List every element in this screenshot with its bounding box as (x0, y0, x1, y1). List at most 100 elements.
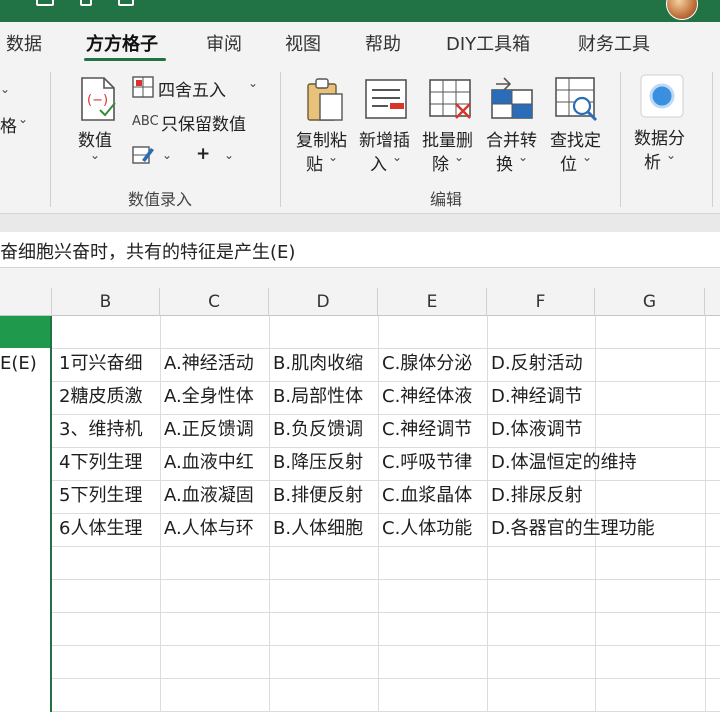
grid-line (52, 546, 720, 547)
table-cell[interactable]: B.降压反射 (270, 447, 378, 479)
window-icon[interactable] (118, 0, 134, 6)
table-cell[interactable]: C.腺体分泌 (379, 348, 487, 380)
table-cell[interactable]: B.负反馈调 (270, 414, 378, 446)
table-cell[interactable]: A.血液中红 (161, 447, 269, 479)
merge-convert-icon[interactable] (490, 74, 536, 122)
keep-values-button-label[interactable]: 只保留数值 (161, 110, 246, 135)
grid-line (52, 612, 720, 613)
table-cell[interactable]: B.局部性体 (270, 381, 378, 413)
tab-data[interactable]: 数据 (6, 30, 42, 56)
find-locate-icon[interactable] (554, 74, 600, 124)
data-analysis-label[interactable]: 数据分 (634, 124, 685, 149)
chevron-down-icon[interactable]: ⌄ (224, 148, 234, 162)
cell-grid: E(E) 1可兴奋细 A.神经活动 B.肌肉收缩 C.腺体分泌 D.反射活动 2… (0, 316, 720, 712)
table-cell[interactable]: 3、维持机 (56, 414, 160, 446)
column-header-c[interactable]: C (160, 288, 269, 316)
table-cell[interactable] (0, 480, 52, 512)
batch-delete-label[interactable]: 批量删 (422, 126, 473, 151)
avatar[interactable] (666, 0, 698, 20)
table-cell[interactable]: C.人体功能 (379, 513, 487, 545)
table-cell[interactable]: A.神经活动 (161, 348, 269, 380)
column-header-d[interactable]: D (269, 288, 378, 316)
table-cell[interactable]: A.全身性体 (161, 381, 269, 413)
chevron-down-icon[interactable]: ⌄ (248, 76, 258, 90)
insert-label[interactable]: 入 (370, 150, 387, 175)
table-cell[interactable]: B.排便反射 (270, 480, 378, 512)
table-cell[interactable]: 5下列生理 (56, 480, 160, 512)
data-analysis-label[interactable]: 析 (644, 148, 661, 173)
column-header-a[interactable] (0, 288, 52, 316)
find-locate-label[interactable]: 位 (560, 150, 577, 175)
table-cell[interactable]: D.排尿反射 (488, 480, 595, 512)
chevron-down-icon[interactable]: ⌄ (162, 148, 172, 162)
insert-label[interactable]: 新增插 (359, 126, 410, 151)
plus-icon[interactable]: + (196, 144, 210, 164)
tab-fangfanggezi[interactable]: 方方格子 (86, 30, 158, 56)
copy-paste-label[interactable]: 贴 (306, 150, 323, 175)
table-cell[interactable]: D.各器官的生理功能 (488, 513, 708, 545)
numeric-icon[interactable]: (−) (76, 74, 120, 124)
table-cell[interactable]: 6人体生理 (56, 513, 160, 545)
table-cell[interactable]: A.人体与环 (161, 513, 269, 545)
column-header-row: B C D E F G (0, 288, 720, 316)
merge-convert-label[interactable]: 合并转 (486, 126, 537, 151)
tab-finance-tools[interactable]: 财务工具 (578, 30, 650, 56)
table-cell[interactable]: B.肌肉收缩 (270, 348, 378, 380)
column-header-g[interactable]: G (595, 288, 705, 316)
column-header-e[interactable]: E (378, 288, 487, 316)
chevron-down-icon[interactable]: ⌄ (454, 150, 464, 164)
table-cell[interactable]: B.人体细胞 (270, 513, 378, 545)
window-icon[interactable] (36, 0, 54, 6)
table-cell[interactable] (0, 513, 52, 545)
chevron-down-icon[interactable]: ⌄ (90, 148, 100, 162)
ribbon-partial-label[interactable]: 格 (0, 112, 17, 137)
merge-convert-label[interactable]: 换 (496, 150, 513, 175)
table-cell[interactable]: A.血液凝固 (161, 480, 269, 512)
copy-paste-label[interactable]: 复制粘 (296, 126, 347, 151)
tab-help[interactable]: 帮助 (365, 30, 401, 56)
table-cell[interactable]: C.神经体液 (379, 381, 487, 413)
edit-icon[interactable] (132, 144, 156, 166)
window-icon[interactable] (80, 0, 92, 6)
table-cell[interactable]: E(E) (0, 348, 52, 380)
table-cell[interactable]: 2糖皮质激 (56, 381, 160, 413)
table-cell[interactable] (0, 447, 52, 479)
abc-icon[interactable]: ABC (132, 114, 159, 129)
chevron-down-icon[interactable]: ⌄ (0, 82, 10, 96)
round-icon[interactable] (132, 76, 154, 98)
copy-paste-icon[interactable] (304, 76, 346, 124)
table-cell[interactable]: D.神经调节 (488, 381, 595, 413)
tab-diy-toolbox[interactable]: DIY工具箱 (446, 30, 530, 56)
table-cell[interactable]: D.体温恒定的维持 (488, 447, 688, 479)
round-button-label[interactable]: 四舍五入 (158, 76, 226, 101)
data-analysis-icon[interactable] (640, 74, 684, 118)
table-cell[interactable]: C.呼吸节律 (379, 447, 487, 479)
tab-review[interactable]: 审阅 (206, 30, 242, 56)
chevron-down-icon[interactable]: ⌄ (328, 150, 338, 164)
table-cell[interactable]: C.神经调节 (379, 414, 487, 446)
table-cell[interactable]: 4下列生理 (56, 447, 160, 479)
insert-icon[interactable] (364, 78, 408, 120)
table-cell[interactable] (0, 414, 52, 446)
table-cell[interactable]: 1可兴奋细 (56, 348, 160, 380)
formula-text[interactable]: 奋细胞兴奋时，共有的特征是产生(E) (0, 238, 295, 264)
svg-text:(−): (−) (87, 93, 108, 108)
column-header-f[interactable]: F (487, 288, 595, 316)
chevron-down-icon[interactable]: ⌄ (392, 150, 402, 164)
column-header-b[interactable]: B (52, 288, 160, 316)
table-cell[interactable]: D.体液调节 (488, 414, 595, 446)
tab-view[interactable]: 视图 (285, 30, 321, 56)
batch-delete-label[interactable]: 除 (432, 150, 449, 175)
grid-line (52, 678, 720, 679)
chevron-down-icon[interactable]: ⌄ (518, 150, 528, 164)
table-cell[interactable] (0, 381, 52, 413)
table-cell[interactable]: D.反射活动 (488, 348, 595, 380)
batch-delete-icon[interactable] (428, 78, 474, 122)
table-cell[interactable]: C.血浆晶体 (379, 480, 487, 512)
table-cell[interactable]: A.正反馈调 (161, 414, 269, 446)
formula-bar[interactable]: 奋细胞兴奋时，共有的特征是产生(E) (0, 232, 720, 268)
chevron-down-icon[interactable]: ⌄ (582, 150, 592, 164)
chevron-down-icon[interactable]: ⌄ (666, 148, 676, 162)
find-locate-label[interactable]: 查找定 (550, 126, 601, 151)
chevron-down-icon[interactable]: ⌄ (18, 112, 28, 126)
